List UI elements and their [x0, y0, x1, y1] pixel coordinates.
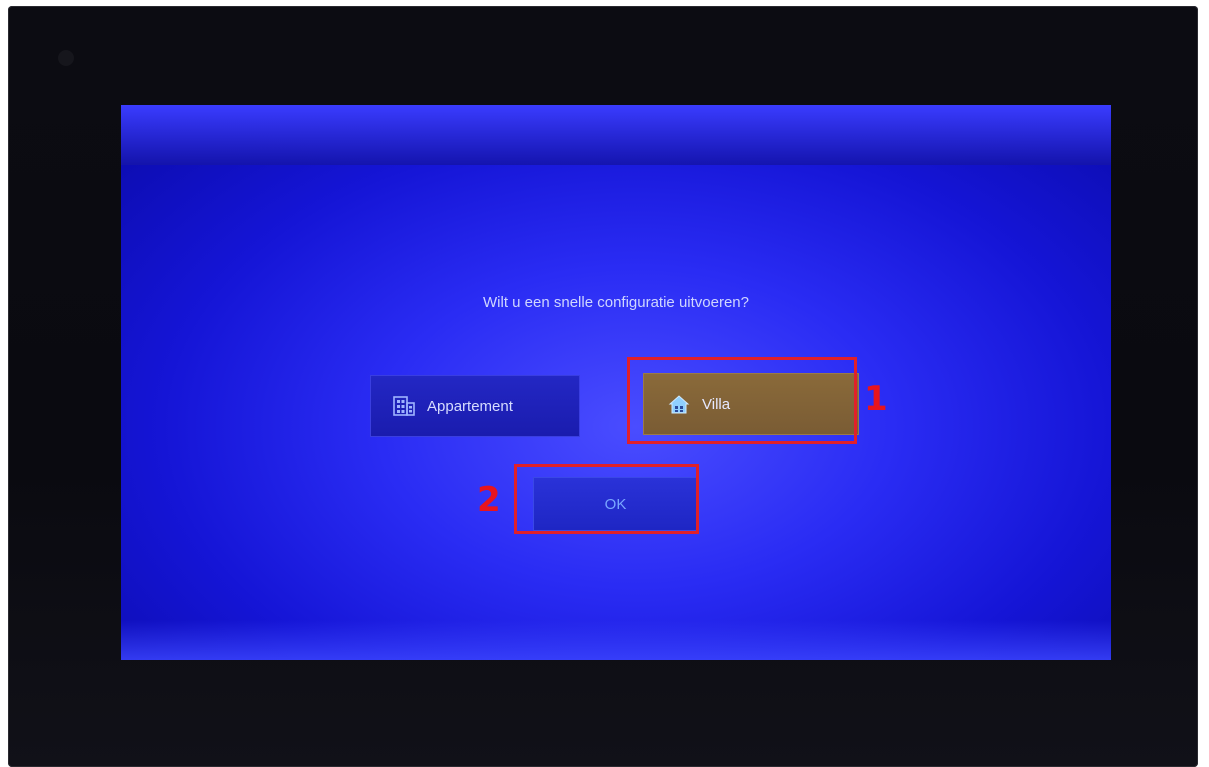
appartement-option-button[interactable]: Appartement	[370, 375, 580, 437]
annotation-number-1: 1	[864, 379, 888, 419]
intercom-device-frame: Wilt u een snelle configuratie uitvoeren…	[8, 6, 1198, 767]
screen-top-glow	[121, 105, 1111, 165]
annotation-number-2: 2	[477, 480, 501, 520]
apartment-building-icon	[393, 395, 415, 417]
annotation-box-villa	[627, 357, 857, 444]
appartement-option-label: Appartement	[427, 397, 513, 415]
touch-screen: Wilt u een snelle configuratie uitvoeren…	[121, 105, 1111, 660]
screen-bottom-glow	[121, 620, 1111, 660]
annotation-box-ok	[514, 464, 699, 534]
camera-sensor	[58, 50, 74, 66]
configuration-prompt: Wilt u een snelle configuratie uitvoeren…	[483, 294, 749, 311]
